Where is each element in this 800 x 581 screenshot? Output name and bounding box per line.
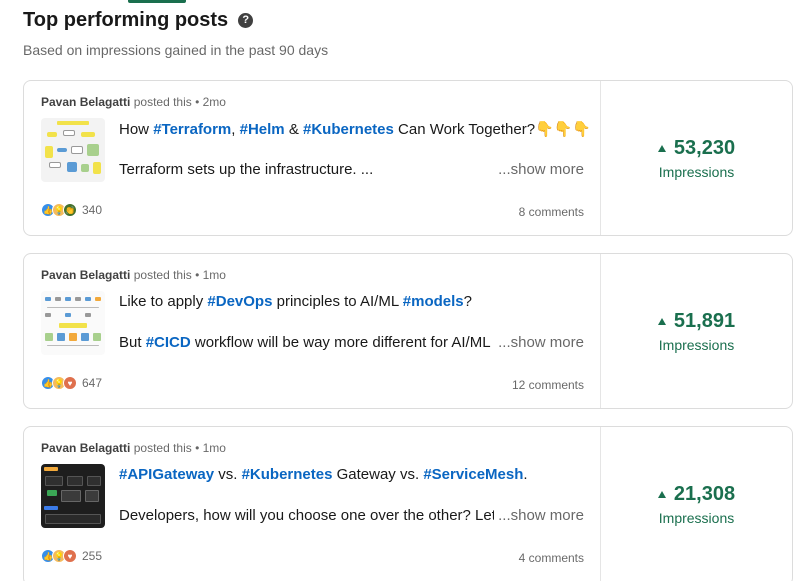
comments-count[interactable]: 12 comments <box>512 378 584 392</box>
hashtag-link[interactable]: #CICD <box>146 334 191 351</box>
post-content: Pavan Belagatti posted this • 1mo Like t… <box>24 254 601 408</box>
show-more-link[interactable]: ...show more <box>494 161 584 178</box>
hashtag-link[interactable]: #DevOps <box>207 293 272 310</box>
post-text-line-2[interactable]: Developers, how will you choose one over… <box>119 507 504 524</box>
post-text-line-1[interactable]: Like to apply #DevOps principles to AI/M… <box>119 293 472 310</box>
post-card-3[interactable]: Pavan Belagatti posted this • 1mo #APIGa… <box>23 426 793 581</box>
post-card-1[interactable]: Pavan Belagatti posted this • 2mo How #T… <box>23 80 793 236</box>
hashtag-link[interactable]: #APIGateway <box>119 466 214 483</box>
post-meta: Pavan Belagatti posted this • 2mo <box>41 95 226 109</box>
help-icon[interactable]: ? <box>238 12 254 28</box>
post-content: Pavan Belagatti posted this • 1mo #APIGa… <box>24 427 601 581</box>
posted-time: posted this • 1mo <box>133 268 226 282</box>
hashtag-link[interactable]: #Kubernetes <box>242 466 333 483</box>
posted-time: posted this • 2mo <box>133 95 226 109</box>
reaction-count: 340 <box>82 203 103 217</box>
love-reaction-icon: ♥ <box>63 549 77 563</box>
reactions-summary[interactable]: 👍 💡 ♥ 255 <box>41 549 102 563</box>
reactions-summary[interactable]: 👍 💡 ♥ 647 <box>41 376 102 390</box>
reactions-summary[interactable]: 👍 💡 👏 340 <box>41 203 102 217</box>
impressions-value: 51,891 <box>673 309 736 332</box>
impressions-panel: 21,308 Impressions <box>601 427 792 581</box>
reaction-count: 255 <box>82 549 103 563</box>
impressions-label: Impressions <box>658 509 735 526</box>
hashtag-link[interactable]: #Helm <box>240 121 285 138</box>
impressions-label: Impressions <box>658 336 735 353</box>
post-text-line-2[interactable]: Terraform sets up the infrastructure. ..… <box>119 161 504 178</box>
post-card-2[interactable]: Pavan Belagatti posted this • 1mo Like t… <box>23 253 793 409</box>
impressions-panel: 51,891 Impressions <box>601 254 792 408</box>
post-meta: Pavan Belagatti posted this • 1mo <box>41 268 226 282</box>
section-subtitle: Based on impressions gained in the past … <box>23 42 329 58</box>
section-header: Top performing posts ? Based on impressi… <box>23 8 328 58</box>
author-name[interactable]: Pavan Belagatti <box>41 95 130 109</box>
impressions-panel: 53,230 Impressions <box>601 81 792 235</box>
post-content: Pavan Belagatti posted this • 2mo How #T… <box>24 81 601 235</box>
posted-time: posted this • 1mo <box>133 441 226 455</box>
post-thumbnail[interactable] <box>41 464 105 528</box>
trend-up-icon <box>657 144 666 152</box>
post-thumbnail[interactable] <box>41 291 105 355</box>
trend-up-icon <box>657 490 666 498</box>
impressions-value: 21,308 <box>673 482 736 505</box>
love-reaction-icon: ♥ <box>63 376 77 390</box>
reaction-count: 647 <box>82 376 103 390</box>
comments-count[interactable]: 8 comments <box>519 205 584 219</box>
post-text-line-2[interactable]: But #CICD workflow will be way more diff… <box>119 334 504 351</box>
celebrate-reaction-icon: 👏 <box>63 203 77 217</box>
show-more-link[interactable]: ...show more <box>494 334 584 351</box>
trend-up-icon <box>657 317 666 325</box>
hashtag-link[interactable]: #ServiceMesh <box>423 466 523 483</box>
impressions-value: 53,230 <box>673 136 736 159</box>
impressions-label: Impressions <box>658 163 735 180</box>
active-tab-indicator <box>128 0 186 3</box>
show-more-link[interactable]: ...show more <box>494 507 584 524</box>
section-title: Top performing posts <box>23 9 229 31</box>
post-text-line-1[interactable]: How #Terraform, #Helm & #Kubernetes Can … <box>119 120 591 138</box>
hashtag-link[interactable]: #models <box>403 293 464 310</box>
author-name[interactable]: Pavan Belagatti <box>41 441 130 455</box>
post-text-line-1[interactable]: #APIGateway vs. #Kubernetes Gateway vs. … <box>119 466 528 483</box>
hashtag-link[interactable]: #Kubernetes <box>303 121 394 138</box>
author-name[interactable]: Pavan Belagatti <box>41 268 130 282</box>
comments-count[interactable]: 4 comments <box>519 551 584 565</box>
post-meta: Pavan Belagatti posted this • 1mo <box>41 441 226 455</box>
post-thumbnail[interactable] <box>41 118 105 182</box>
hashtag-link[interactable]: #Terraform <box>153 121 231 138</box>
